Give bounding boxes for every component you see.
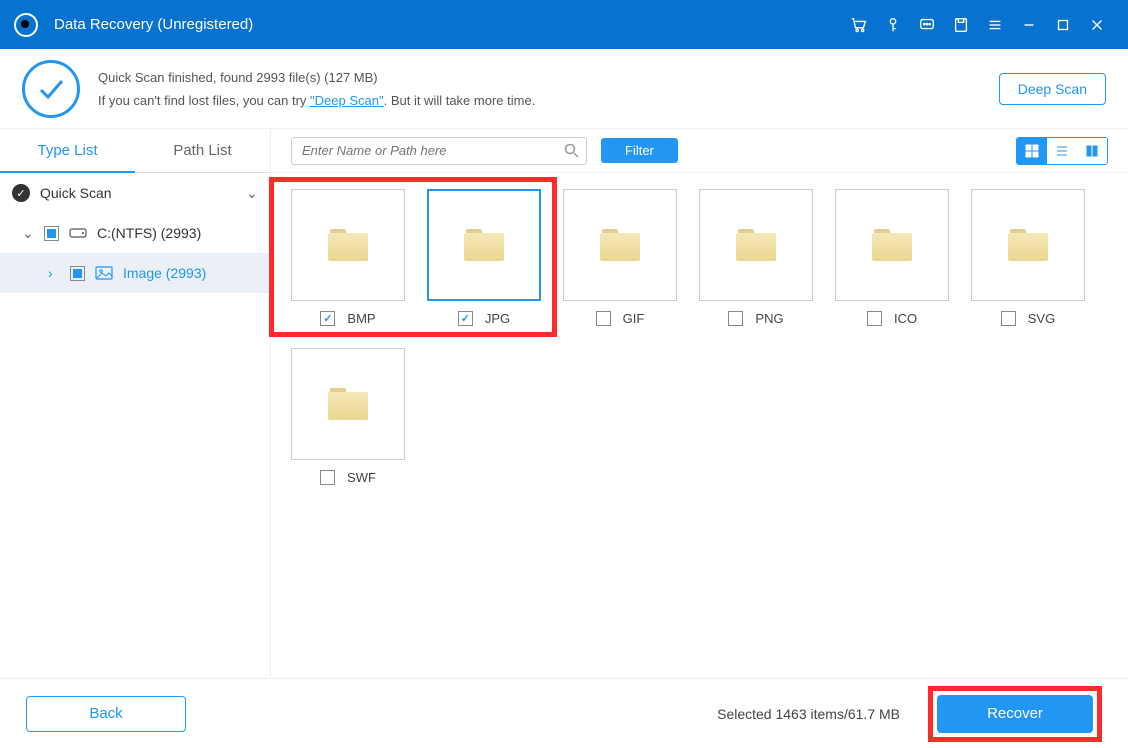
view-grid-button[interactable] <box>1017 138 1047 164</box>
item-label: JPG <box>485 311 510 326</box>
sidebar: Type List Path List ✓ Quick Scan ⌄ ⌄ C:(… <box>0 129 271 678</box>
item-checkbox[interactable] <box>1001 311 1016 326</box>
folder-icon <box>600 229 640 261</box>
folder-icon <box>464 229 504 261</box>
deep-scan-link[interactable]: "Deep Scan" <box>310 93 384 108</box>
checkbox-partial-icon[interactable] <box>44 226 59 241</box>
tab-path-list[interactable]: Path List <box>135 129 270 173</box>
drive-icon <box>69 226 87 240</box>
recover-button[interactable]: Recover <box>937 695 1093 733</box>
search-icon[interactable] <box>564 143 579 163</box>
close-icon[interactable] <box>1080 8 1114 42</box>
key-icon[interactable] <box>876 8 910 42</box>
item-checkbox[interactable] <box>320 311 335 326</box>
highlight-annotation: Recover <box>928 686 1102 742</box>
item-label: SVG <box>1028 311 1055 326</box>
save-icon[interactable] <box>944 8 978 42</box>
item-checkbox[interactable] <box>458 311 473 326</box>
folder-icon <box>872 229 912 261</box>
cart-icon[interactable] <box>842 8 876 42</box>
status-line-2: If you can't find lost files, you can tr… <box>98 93 535 108</box>
folder-item: GIF <box>563 189 677 326</box>
maximize-icon[interactable] <box>1046 8 1080 42</box>
item-label: GIF <box>623 311 645 326</box>
folder-thumbnail[interactable] <box>563 189 677 301</box>
chevron-right-icon: › <box>48 265 60 281</box>
view-detail-button[interactable] <box>1077 138 1107 164</box>
item-checkbox[interactable] <box>728 311 743 326</box>
view-list-button[interactable] <box>1047 138 1077 164</box>
folder-icon <box>328 388 368 420</box>
folder-icon <box>328 229 368 261</box>
feedback-icon[interactable] <box>910 8 944 42</box>
tree-quick-scan[interactable]: ✓ Quick Scan ⌄ <box>0 173 270 213</box>
item-checkbox[interactable] <box>596 311 611 326</box>
filter-button[interactable]: Filter <box>601 138 678 163</box>
folder-item: BMP <box>291 189 405 326</box>
status-bar: Quick Scan finished, found 2993 file(s) … <box>0 49 1128 129</box>
minimize-icon[interactable] <box>1012 8 1046 42</box>
folder-thumbnail[interactable] <box>427 189 541 301</box>
folder-item: PNG <box>699 189 813 326</box>
chevron-down-icon: ⌄ <box>22 225 34 242</box>
status-line-1: Quick Scan finished, found 2993 file(s) … <box>98 70 535 85</box>
chevron-down-icon: ⌄ <box>246 185 258 202</box>
app-title: Data Recovery (Unregistered) <box>54 16 253 33</box>
check-dot-icon: ✓ <box>12 184 30 202</box>
folder-item: JPG <box>427 189 541 326</box>
item-checkbox[interactable] <box>867 311 882 326</box>
back-button[interactable]: Back <box>26 696 186 732</box>
tab-type-list[interactable]: Type List <box>0 129 135 173</box>
folder-thumbnail[interactable] <box>971 189 1085 301</box>
folder-item: SWF <box>291 348 405 485</box>
tree-image-node[interactable]: › Image (2993) <box>0 253 270 293</box>
titlebar: Data Recovery (Unregistered) <box>0 0 1128 49</box>
folder-thumbnail[interactable] <box>835 189 949 301</box>
item-label: PNG <box>755 311 783 326</box>
folder-thumbnail[interactable] <box>291 348 405 460</box>
folder-item: SVG <box>971 189 1085 326</box>
image-icon <box>95 266 113 280</box>
folder-icon <box>1008 229 1048 261</box>
folder-thumbnail[interactable] <box>291 189 405 301</box>
tree-drive-c[interactable]: ⌄ C:(NTFS) (2993) <box>0 213 270 253</box>
item-grid: BMP JPG GIF PNG ICO SVG SWF <box>271 173 1128 678</box>
folder-icon <box>736 229 776 261</box>
folder-item: ICO <box>835 189 949 326</box>
item-label: BMP <box>347 311 375 326</box>
checkbox-partial-icon[interactable] <box>70 266 85 281</box>
folder-thumbnail[interactable] <box>699 189 813 301</box>
search-input[interactable] <box>291 137 587 165</box>
app-logo-icon <box>14 13 38 37</box>
item-label: SWF <box>347 470 376 485</box>
menu-icon[interactable] <box>978 8 1012 42</box>
footer: Back Selected 1463 items/61.7 MB Recover <box>0 678 1128 748</box>
deep-scan-button[interactable]: Deep Scan <box>999 73 1106 105</box>
check-circle-icon <box>22 60 80 118</box>
item-checkbox[interactable] <box>320 470 335 485</box>
toolbar: Filter <box>271 129 1128 173</box>
selection-summary: Selected 1463 items/61.7 MB <box>717 706 900 722</box>
item-label: ICO <box>894 311 917 326</box>
